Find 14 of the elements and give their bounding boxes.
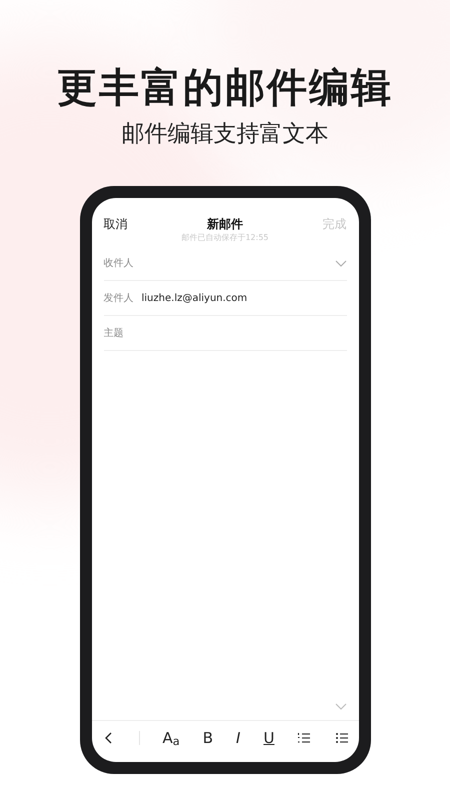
numbered-list-icon[interactable] — [297, 730, 312, 744]
bullet-list-icon[interactable] — [334, 730, 348, 744]
font-size-button[interactable]: A$_{a}$ — [162, 728, 180, 746]
cancel-button[interactable]: 取消 — [104, 216, 128, 232]
window-title: 新邮件 — [207, 216, 243, 232]
sender-address: liuzhe.lz@aliyun.com — [142, 292, 248, 306]
recipient-label: 收件人 — [104, 256, 134, 270]
headline: 更丰富的邮件编辑 — [57, 64, 393, 113]
underline-button[interactable]: U — [263, 728, 274, 746]
bold-button[interactable]: B — [202, 728, 214, 746]
subject-field[interactable]: 主题 — [104, 316, 346, 351]
sender-label: 发件人 — [104, 292, 134, 306]
subheadline: 邮件编辑支持富文本 — [122, 120, 328, 149]
italic-button[interactable]: I — [236, 728, 240, 746]
